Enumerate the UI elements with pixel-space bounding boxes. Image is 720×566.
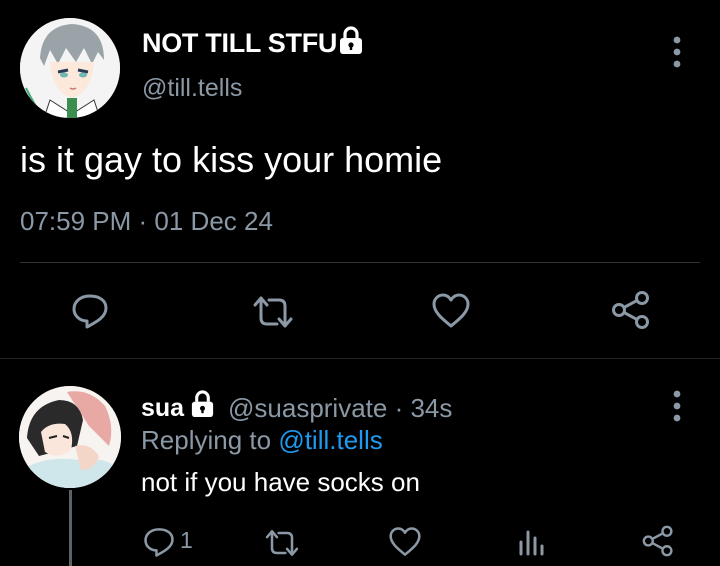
- stats-icon[interactable]: [516, 526, 546, 556]
- tweet-text: is it gay to kiss your homie: [20, 139, 443, 180]
- reply-icon[interactable]: [142, 526, 176, 558]
- share-icon[interactable]: [610, 290, 652, 330]
- divider: [20, 262, 700, 263]
- avatar-icon: [20, 18, 120, 118]
- retweet-icon[interactable]: [263, 528, 301, 558]
- more-options-icon[interactable]: [672, 36, 682, 68]
- replying-to-line: Replying to @till.tells: [141, 425, 383, 456]
- display-name[interactable]: sua: [141, 394, 184, 423]
- reply-icon[interactable]: [70, 292, 110, 330]
- more-options-icon[interactable]: [672, 390, 682, 422]
- reply-count: 1: [180, 527, 193, 553]
- like-icon[interactable]: [430, 292, 472, 330]
- divider: [0, 358, 720, 359]
- main-avatar[interactable]: [20, 18, 120, 118]
- like-icon[interactable]: [387, 526, 423, 558]
- reply-text: not if you have socks on: [141, 467, 420, 497]
- retweet-icon[interactable]: [251, 294, 295, 330]
- user-handle[interactable]: @till.tells: [142, 74, 242, 103]
- replying-to-link[interactable]: @till.tells: [278, 425, 382, 455]
- share-icon[interactable]: [641, 524, 675, 558]
- reply-avatar[interactable]: [19, 386, 121, 488]
- replying-to-label: Replying to: [141, 425, 279, 455]
- tweet-timestamp: 07:59 PM · 01 Dec 24: [20, 206, 273, 236]
- lock-icon: [337, 26, 365, 56]
- user-handle-time[interactable]: @suasprivate · 34s: [228, 393, 452, 424]
- thread-line: [69, 490, 72, 566]
- display-name[interactable]: NOT TILL STFU: [142, 28, 337, 59]
- avatar-icon: [19, 386, 121, 488]
- lock-icon: [189, 390, 216, 419]
